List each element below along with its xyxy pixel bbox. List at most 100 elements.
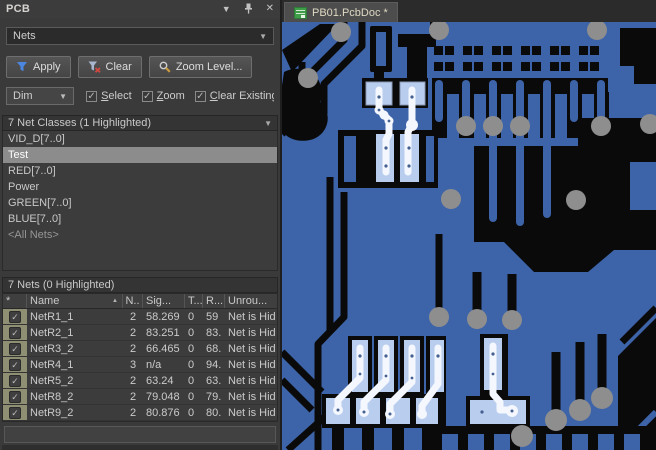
net-row[interactable]: ✓ NetR3_2 2 66.465 0 68. Net is Hid xyxy=(3,341,277,357)
net-row[interactable]: ✓ NetR5_2 2 63.24 0 63. Net is Hid xyxy=(3,373,277,389)
highlight-options-row: Dim ▼ ✓ Select ✓ Zoom ✓ Clear Existing xyxy=(6,87,274,105)
net-row[interactable]: ✓ NetR2_1 2 83.251 0 83. Net is Hid xyxy=(3,325,277,341)
net-name: NetR2_1 xyxy=(30,326,74,339)
net-checkbox-cell[interactable]: ✓ xyxy=(3,325,27,340)
pcb-panel: PCB ▼ ✕ Nets ▼ Apply Clear Zoom Level...… xyxy=(0,0,282,450)
panel-bottom-section xyxy=(4,426,276,443)
row-checkbox[interactable]: ✓ xyxy=(9,342,21,355)
net-routed-length: 94. xyxy=(206,358,222,371)
checkbox-label: Zoom xyxy=(156,90,185,102)
column-label: N.. xyxy=(125,295,140,307)
nets-table-header: * Name ▲ N.. Sig... T... R... Unrou... xyxy=(3,294,277,309)
checkbox-select[interactable]: ✓ Select xyxy=(86,90,132,102)
net-name: NetR4_1 xyxy=(30,358,74,371)
net-routed-length: 80. xyxy=(206,406,222,419)
net-class-item[interactable]: VID_D[7..0] xyxy=(3,131,277,147)
net-routed-length: 68. xyxy=(206,342,222,355)
close-icon[interactable]: ✕ xyxy=(266,4,274,14)
column-header-n[interactable]: N.. xyxy=(123,294,143,308)
apply-button[interactable]: Apply xyxy=(6,56,71,78)
nets-table-body: ✓ NetR1_1 2 58.269 0 59 Net is Hid ✓ NetR2_1 2 83.… xyxy=(3,309,277,421)
nets-header[interactable]: 7 Nets (0 Highlighted) xyxy=(2,277,278,293)
net-checkbox-cell[interactable]: ✓ xyxy=(3,309,27,324)
pcb-canvas[interactable] xyxy=(282,22,656,450)
net-checkbox-cell[interactable]: ✓ xyxy=(3,389,27,404)
dim-dropdown[interactable]: Dim ▼ xyxy=(6,87,75,105)
dim-dropdown-value: Dim xyxy=(13,90,33,102)
net-unrouted-status: Net is Hid xyxy=(228,390,276,403)
checkbox-clear-existing[interactable]: ✓ Clear Existing xyxy=(194,90,274,102)
chevron-down-icon: ▼ xyxy=(59,91,68,101)
net-node-count: 2 xyxy=(129,390,137,403)
checkbox-label: Clear Existing xyxy=(209,90,274,102)
net-classes-header[interactable]: 7 Net Classes (1 Highlighted) ▼ xyxy=(2,115,278,131)
net-row[interactable]: ✓ NetR4_1 3 n/a 0 94. Net is Hid xyxy=(3,357,277,373)
document-tab-label: PB01.PcbDoc * xyxy=(312,6,388,19)
net-name: NetR8_2 xyxy=(30,390,74,403)
net-signal-length: 66.465 xyxy=(146,342,180,355)
net-checkbox-cell[interactable]: ✓ xyxy=(3,405,27,420)
chevron-down-icon: ▼ xyxy=(259,31,267,41)
net-t-value: 0 xyxy=(188,342,195,355)
column-header-sig[interactable]: Sig... xyxy=(143,294,185,308)
net-checkbox-cell[interactable]: ✓ xyxy=(3,341,27,356)
column-header-r[interactable]: R... xyxy=(203,294,225,308)
row-checkbox[interactable]: ✓ xyxy=(9,310,21,323)
net-type-dropdown[interactable]: Nets ▼ xyxy=(6,27,274,45)
net-signal-length: 83.251 xyxy=(146,326,180,339)
net-signal-length: 58.269 xyxy=(146,310,180,323)
row-checkbox[interactable]: ✓ xyxy=(9,358,21,371)
pin-icon[interactable] xyxy=(244,3,253,16)
net-row[interactable]: ✓ NetR9_2 2 80.876 0 80. Net is Hid xyxy=(3,405,277,421)
column-label: R... xyxy=(206,295,224,307)
zoom-level-button[interactable]: Zoom Level... xyxy=(148,56,253,78)
clear-button[interactable]: Clear xyxy=(77,56,142,78)
net-row[interactable]: ✓ NetR1_1 2 58.269 0 59 Net is Hid xyxy=(3,309,277,325)
net-t-value: 0 xyxy=(188,358,195,371)
nets-table: * Name ▲ N.. Sig... T... R... Unrou... ✓ NetR1_1… xyxy=(2,293,278,422)
net-t-value: 0 xyxy=(188,374,195,387)
pcb-document-icon xyxy=(294,6,307,19)
panel-bottom-strip xyxy=(2,445,278,450)
net-classes-list: VID_D[7..0] Test RED[7..0] Power GREEN[7..0]… xyxy=(2,131,278,271)
panel-titlebar: PCB ▼ ✕ xyxy=(0,0,280,18)
nets-table-empty-area xyxy=(2,422,278,424)
net-checkbox-cell[interactable]: ✓ xyxy=(3,357,27,372)
net-signal-length: 63.24 xyxy=(146,374,174,387)
column-label: Sig... xyxy=(146,295,172,307)
net-class-item[interactable]: Test xyxy=(3,147,277,163)
column-header-star[interactable]: * xyxy=(3,294,27,308)
nets-section: 7 Nets (0 Highlighted) * Name ▲ N.. Sig... T.… xyxy=(2,277,278,450)
net-checkbox-cell[interactable]: ✓ xyxy=(3,373,27,388)
checkbox-box[interactable]: ✓ xyxy=(194,90,206,102)
row-checkbox[interactable]: ✓ xyxy=(9,390,21,403)
apply-funnel-icon xyxy=(17,62,27,72)
chevron-down-icon: ▼ xyxy=(264,118,272,128)
row-checkbox[interactable]: ✓ xyxy=(9,406,21,419)
column-header-name[interactable]: Name ▲ xyxy=(27,294,123,308)
document-tab-bar: PB01.PcbDoc * xyxy=(282,0,656,22)
checkbox-box[interactable]: ✓ xyxy=(86,90,98,102)
net-row[interactable]: ✓ NetR8_2 2 79.048 0 79. Net is Hid xyxy=(3,389,277,405)
panel-title: PCB xyxy=(6,3,31,15)
row-checkbox[interactable]: ✓ xyxy=(9,326,21,339)
column-header-unrou[interactable]: Unrou... xyxy=(225,294,277,308)
checkbox-label: Select xyxy=(101,90,132,102)
net-class-item[interactable]: GREEN[7..0] xyxy=(3,195,277,211)
net-node-count: 2 xyxy=(129,374,137,387)
net-class-item[interactable]: RED[7..0] xyxy=(3,163,277,179)
net-class-item[interactable]: BLUE[7..0] xyxy=(3,211,277,227)
column-header-t[interactable]: T... xyxy=(185,294,203,308)
document-tab[interactable]: PB01.PcbDoc * xyxy=(284,2,398,22)
net-class-item[interactable]: Power xyxy=(3,179,277,195)
net-t-value: 0 xyxy=(188,406,195,419)
row-checkbox[interactable]: ✓ xyxy=(9,374,21,387)
checkbox-zoom[interactable]: ✓ Zoom xyxy=(141,90,185,102)
net-type-dropdown-value: Nets xyxy=(13,30,36,42)
net-node-count: 3 xyxy=(129,358,137,371)
net-node-count: 2 xyxy=(129,342,137,355)
net-class-item[interactable]: <All Nets> xyxy=(3,227,277,243)
checkbox-box[interactable]: ✓ xyxy=(141,90,153,102)
net-unrouted-status: Net is Hid xyxy=(228,310,276,323)
panel-menu-chevron-icon[interactable]: ▼ xyxy=(222,4,231,14)
